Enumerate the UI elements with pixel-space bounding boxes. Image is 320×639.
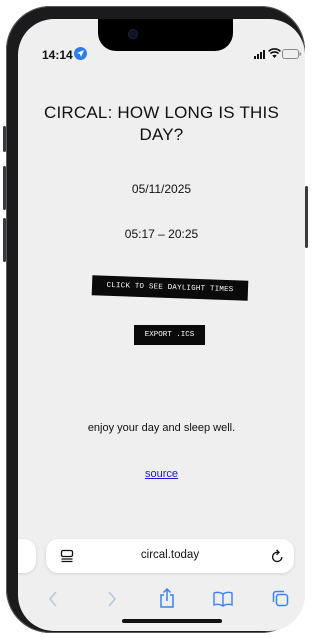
screen: 14:14 CIRCAL: HOW LONG IS THIS DAY? 05/1…	[18, 19, 305, 631]
mute-switch	[3, 126, 6, 152]
see-daylight-times-button[interactable]: CLICK TO SEE DAYLIGHT TIMES	[91, 275, 249, 301]
battery-icon	[282, 49, 302, 59]
export-ics-button[interactable]: EXPORT .ICS	[134, 325, 205, 345]
url-text[interactable]: circal.today	[46, 549, 294, 561]
home-indicator[interactable]	[122, 619, 222, 623]
tabs-overview-icon[interactable]	[272, 590, 289, 607]
tagline-text: enjoy your day and sleep well.	[87, 422, 236, 434]
status-time: 14:14	[42, 48, 73, 62]
previous-tab-address-bar[interactable]	[18, 539, 36, 573]
volume-up-button	[3, 166, 6, 210]
cellular-signal-icon	[254, 50, 265, 59]
wifi-icon	[268, 48, 281, 58]
power-button	[305, 186, 308, 248]
reload-icon[interactable]	[271, 549, 284, 563]
daylight-range-text: 05:17 – 20:25	[124, 227, 199, 241]
date-text: 05/11/2025	[131, 182, 192, 196]
bookmarks-icon[interactable]	[213, 591, 233, 607]
phone-frame: 14:14 CIRCAL: HOW LONG IS THIS DAY? 05/1…	[3, 6, 308, 633]
source-link[interactable]: source	[145, 468, 178, 480]
address-bar[interactable]: circal.today	[46, 539, 294, 573]
front-camera	[128, 29, 138, 39]
share-icon[interactable]	[159, 588, 175, 608]
forward-chevron-icon[interactable]	[107, 591, 117, 607]
volume-down-button	[3, 218, 6, 262]
back-chevron-icon[interactable]	[48, 591, 58, 607]
page-title: CIRCAL: HOW LONG IS THIS DAY?	[44, 103, 279, 144]
notch	[98, 19, 233, 51]
safari-toolbar	[18, 581, 305, 621]
status-bar: 14:14	[18, 19, 305, 67]
location-arrow-icon	[74, 47, 87, 60]
source-link-wrapper: source	[18, 468, 305, 480]
